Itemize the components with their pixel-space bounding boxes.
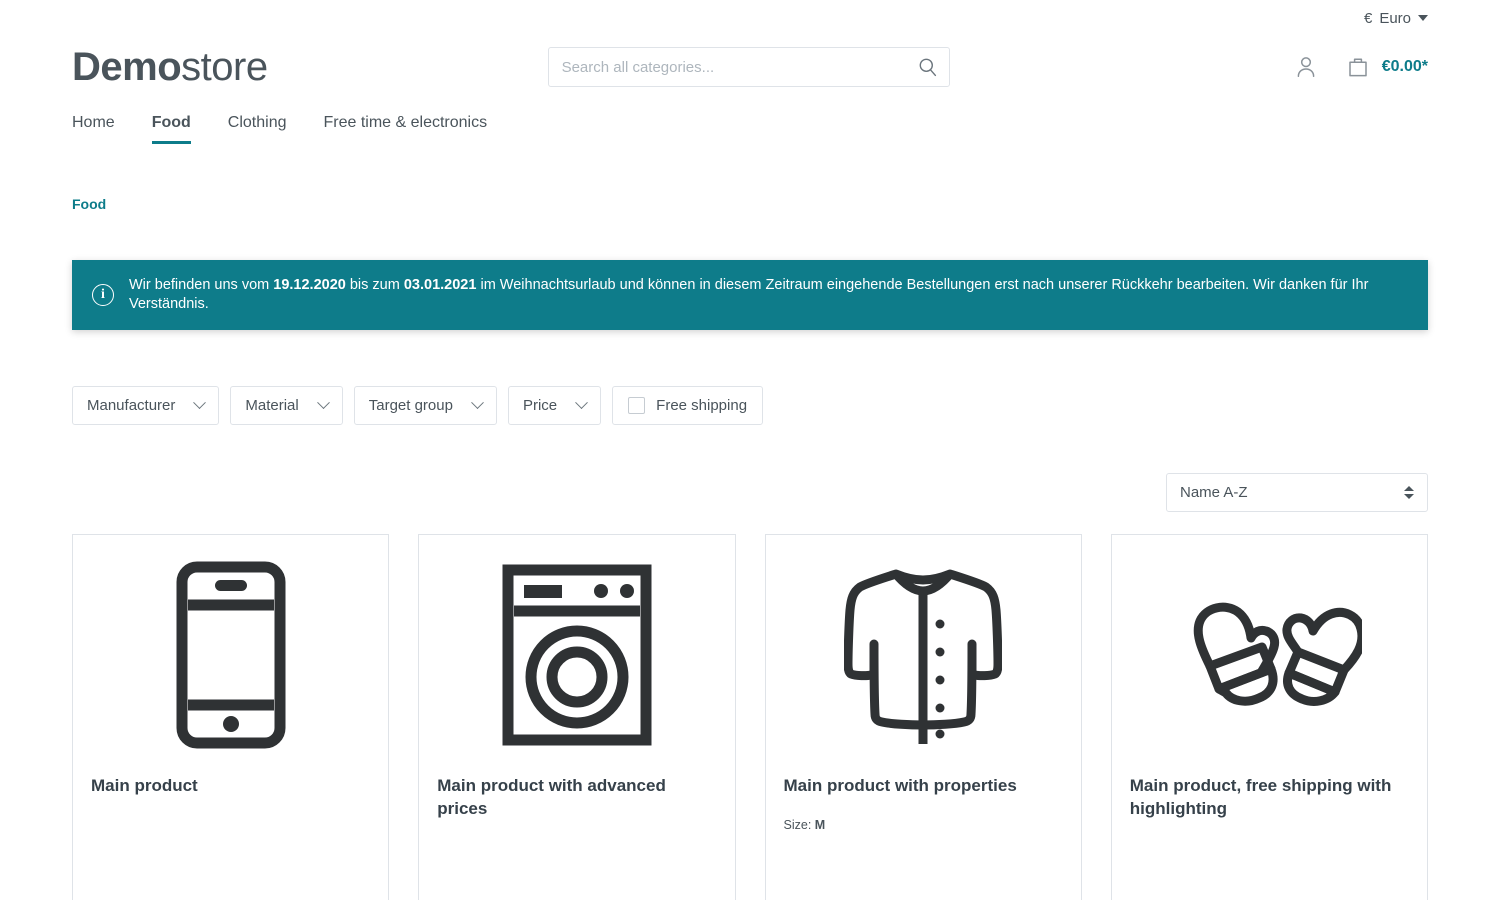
filter-manufacturer-label: Manufacturer — [87, 397, 175, 414]
product-info: Main product with advanced prices — [419, 775, 734, 821]
chevron-down-icon — [1418, 15, 1428, 21]
filter-manufacturer[interactable]: Manufacturer — [72, 386, 219, 425]
nav-item-food[interactable]: Food — [152, 114, 191, 144]
filter-free-shipping[interactable]: Free shipping — [612, 386, 763, 425]
product-title: Main product with properties — [784, 775, 1063, 798]
smartphone-icon — [175, 560, 287, 750]
currency-switcher[interactable]: € Euro — [1364, 10, 1428, 27]
search-button[interactable] — [908, 49, 948, 85]
product-info: Main product — [73, 775, 388, 798]
filter-target-group-label: Target group — [369, 397, 453, 414]
notification-banner-wrapper: i Wir befinden uns vom 19.12.2020 bis zu… — [0, 214, 1500, 330]
nav-item-home[interactable]: Home — [72, 114, 115, 144]
product-image — [73, 535, 388, 775]
filter-price-label: Price — [523, 397, 557, 414]
person-icon — [1293, 54, 1319, 80]
product-property-value: M — [815, 818, 825, 832]
account-button[interactable] — [1293, 54, 1319, 80]
product-card[interactable]: Main product with properties Size: M — [765, 534, 1082, 900]
currency-label: Euro — [1379, 10, 1411, 27]
filter-material-label: Material — [245, 397, 298, 414]
product-property-label: Size: — [784, 818, 815, 832]
search-icon — [918, 57, 938, 77]
cart-total-amount: €0.00* — [1382, 58, 1428, 76]
storefront-page: € Euro Demostore — [0, 0, 1500, 900]
nav-item-free-time-electronics[interactable]: Free time & electronics — [323, 114, 487, 144]
chevron-down-icon — [471, 396, 484, 409]
main-navigation: Home Food Clothing Free time & electroni… — [0, 98, 1500, 144]
banner-date-to: 03.01.2021 — [404, 277, 477, 293]
shirt-icon — [844, 562, 1002, 748]
product-image — [1112, 535, 1427, 775]
chevron-down-icon — [317, 396, 330, 409]
sort-select-value: Name A-Z — [1180, 484, 1248, 501]
shopping-bag-icon — [1345, 54, 1371, 80]
mittens-icon — [1176, 590, 1362, 720]
search-bar — [548, 47, 950, 87]
filter-price[interactable]: Price — [508, 386, 601, 425]
washing-machine-icon — [501, 563, 653, 747]
banner-text-1: Wir befinden uns vom — [129, 277, 273, 293]
logo[interactable]: Demostore — [72, 47, 268, 87]
breadcrumb-item-food[interactable]: Food — [72, 196, 106, 212]
product-grid: Main product Main product with advanced … — [0, 512, 1500, 900]
cart-button[interactable]: €0.00* — [1345, 54, 1428, 80]
info-banner-text: Wir befinden uns vom 19.12.2020 bis zum … — [129, 276, 1408, 314]
info-icon: i — [92, 284, 114, 306]
chevron-down-icon — [194, 396, 207, 409]
header-actions: €0.00* — [1293, 54, 1428, 80]
currency-symbol: € — [1364, 10, 1372, 27]
chevron-down-icon — [575, 396, 588, 409]
product-info: Main product, free shipping with highlig… — [1112, 775, 1427, 821]
logo-bold-text: Demo — [72, 45, 181, 89]
product-info: Main product with properties Size: M — [766, 775, 1081, 832]
filter-material[interactable]: Material — [230, 386, 342, 425]
product-title: Main product — [91, 775, 370, 798]
sort-select[interactable]: Name A-Z — [1166, 473, 1428, 512]
breadcrumb: Food — [0, 144, 1500, 214]
topbar: € Euro — [0, 0, 1500, 36]
select-stepper-icon — [1404, 486, 1414, 499]
product-title: Main product, free shipping with highlig… — [1130, 775, 1409, 821]
product-card[interactable]: Main product — [72, 534, 389, 900]
product-title: Main product with advanced prices — [437, 775, 716, 821]
product-property: Size: M — [784, 818, 1063, 832]
product-card[interactable]: Main product, free shipping with highlig… — [1111, 534, 1428, 900]
sorting-row: Name A-Z — [0, 425, 1500, 512]
filter-panel: Manufacturer Material Target group Price… — [0, 330, 1500, 425]
info-banner: i Wir befinden uns vom 19.12.2020 bis zu… — [72, 260, 1428, 330]
site-header: Demostore — [0, 36, 1500, 98]
nav-item-clothing[interactable]: Clothing — [228, 114, 287, 144]
banner-text-2: bis zum — [346, 277, 404, 293]
product-card[interactable]: Main product with advanced prices — [418, 534, 735, 900]
free-shipping-label: Free shipping — [656, 397, 747, 414]
filter-target-group[interactable]: Target group — [354, 386, 497, 425]
product-image — [766, 535, 1081, 775]
product-image — [419, 535, 734, 775]
search-input[interactable] — [548, 47, 950, 87]
free-shipping-checkbox[interactable] — [628, 397, 645, 414]
logo-light-text: store — [181, 45, 267, 89]
banner-date-from: 19.12.2020 — [273, 277, 346, 293]
